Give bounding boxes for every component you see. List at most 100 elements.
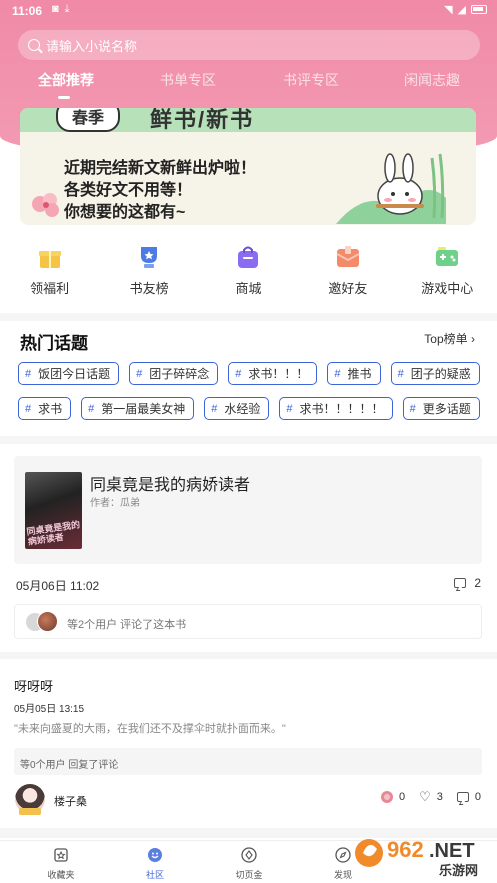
post-title[interactable]: 呀呀呀	[14, 676, 53, 695]
topic-chip[interactable]: # 团子的疑惑	[390, 362, 480, 385]
top-ranking-label: Top榜单	[424, 332, 468, 346]
topic-row-2: # 求书 # 第一届最美女神 # 水经验 # 求书！！！！！ # 更多话题	[18, 397, 480, 420]
quick-link-label: 邀好友	[328, 281, 368, 296]
post-date: 05月05日 13:15	[14, 704, 85, 715]
nav-label: 发现	[333, 870, 352, 880]
nav-label: 切页金	[235, 870, 263, 880]
tab-gossip[interactable]: 闲闻志趣	[404, 70, 460, 90]
topic-chip[interactable]: # 水经验	[204, 397, 270, 420]
section-divider	[0, 652, 497, 659]
quick-link-label: 书友榜	[129, 281, 169, 296]
status-time: 11:06	[12, 4, 43, 18]
banner-tag: 春季	[56, 108, 121, 132]
trophy-icon	[141, 247, 158, 268]
author-name[interactable]: 楼子桑	[54, 793, 87, 809]
cover-title: 同桌竟是我的病娇读者	[25, 519, 81, 547]
tab-reviews[interactable]: 书评专区	[283, 70, 339, 90]
topic-chip[interactable]: # 求书	[18, 397, 72, 420]
search-bar[interactable]: 请输入小说名称	[18, 30, 480, 60]
topic-label: 团子碎碎念	[149, 367, 210, 381]
like-count: 3	[436, 791, 443, 803]
quick-link-invite[interactable]: 邀好友	[308, 244, 388, 304]
nav-coins[interactable]: 切页金	[219, 847, 279, 881]
like-button[interactable]: ♡ 3	[419, 790, 443, 803]
coin-icon	[241, 847, 257, 863]
nav-label: 社区	[145, 870, 164, 880]
book-title: 同桌竟是我的病娇读者	[90, 477, 251, 494]
topic-label: 饭团今日话题	[38, 367, 111, 381]
quick-link-welfare[interactable]: 领福利	[10, 244, 90, 304]
quick-link-games[interactable]: 游戏中心	[407, 244, 487, 304]
wifi-icon: ◥	[444, 4, 453, 16]
hash-icon: #	[25, 402, 32, 415]
nav-community[interactable]: 社区	[125, 847, 185, 881]
section-divider	[0, 436, 497, 444]
banner-text: 近期完结新文新鲜出炉啦！ 各类好文不用等！ 你想要的这都有~	[64, 158, 256, 224]
book-cover: 同桌竟是我的病娇读者	[25, 472, 82, 549]
hash-icon: #	[397, 367, 404, 380]
envelope-icon	[336, 246, 360, 267]
level-badge	[19, 808, 41, 815]
signal-icon: ◢	[457, 4, 466, 16]
hash-icon: #	[88, 402, 95, 415]
section-divider	[0, 313, 497, 321]
top-ranking-link[interactable]: Top榜单 ›	[424, 330, 475, 347]
tab-all-recommend[interactable]: 全部推荐	[38, 70, 94, 90]
topic-chip[interactable]: # 团子碎碎念	[129, 362, 219, 385]
compass-icon	[335, 847, 351, 863]
quick-links: 领福利 书友榜 商城 邀好友 游戏中心	[0, 244, 497, 304]
gamepad-icon	[436, 247, 459, 266]
quick-link-ranking[interactable]: 书友榜	[109, 244, 189, 304]
topic-label: 求书	[38, 402, 63, 416]
reviewers-bar[interactable]: 等2个用户 评论了这本书	[14, 604, 482, 639]
post-body[interactable]: "未来向盛夏的大雨，在我们还不及撑伞时就扑面而来。"	[14, 720, 286, 736]
more-topics-chip[interactable]: # 更多话题	[402, 397, 480, 420]
topic-label: 推书	[347, 367, 372, 381]
download-icon: ⤓	[64, 3, 70, 15]
topic-label: 更多话题	[422, 402, 471, 416]
status-notification-icons: ◙ ⤓	[52, 3, 70, 16]
quick-link-shop[interactable]: 商城	[208, 244, 288, 304]
post-reply-summary[interactable]: 等0个用户 回复了评论	[14, 748, 482, 775]
active-tab-indicator	[58, 96, 70, 99]
avatar	[37, 611, 58, 632]
comment-button[interactable]: 0	[456, 791, 481, 803]
svg-text:962: 962	[387, 837, 424, 862]
status-bar: 11:06 ◙ ⤓ ◥ ◢	[0, 0, 497, 22]
flower-button[interactable]: 0	[380, 791, 405, 803]
battery-icon	[471, 5, 487, 14]
category-tabs: 全部推荐 书单专区 书评专区 闲闻志趣	[0, 70, 497, 100]
quick-link-label: 游戏中心	[421, 281, 474, 296]
topic-chip[interactable]: # 饭团今日话题	[18, 362, 120, 385]
reviewers-text: 等2个用户 评论了这本书	[67, 619, 187, 631]
rabbit-illustration	[336, 153, 446, 224]
topic-label: 团子的疑惑	[410, 367, 471, 381]
tab-booklist[interactable]: 书单专区	[160, 70, 216, 90]
flower-icon	[380, 791, 393, 803]
topic-chip[interactable]: # 第一届最美女神	[81, 397, 195, 420]
hash-icon: #	[286, 402, 293, 415]
banner-headline: 鲜书/新书	[150, 108, 255, 132]
comment-count: 0	[474, 791, 481, 803]
book-card[interactable]: 同桌竟是我的病娇读者 同桌竟是我的病娇读者 作者：瓜弟	[14, 456, 482, 564]
hash-icon: #	[211, 402, 218, 415]
hash-icon: #	[25, 367, 32, 380]
nav-bookshelf[interactable]: 收藏夹	[31, 847, 91, 881]
topic-chip[interactable]: # 求书！！！	[228, 362, 318, 385]
topic-chip[interactable]: # 推书	[327, 362, 381, 385]
topic-row-1: # 饭团今日话题 # 团子碎碎念 # 求书！！！ # 推书 # 团子的疑惑	[18, 362, 480, 385]
promo-banner[interactable]: 春季 鲜书/新书 近期完结新文新鲜出炉啦！ 各类好文不用等！ 你想要的这都有~	[20, 108, 476, 225]
topic-chip[interactable]: # 求书！！！！！	[279, 397, 393, 420]
site-watermark-logo: 962 .NET 乐游网	[355, 837, 478, 879]
quick-link-label: 商城	[235, 281, 262, 296]
book-author: 作者：瓜弟	[90, 498, 140, 509]
hash-icon: #	[136, 367, 143, 380]
hash-icon: #	[235, 367, 242, 380]
topic-label: 水经验	[224, 402, 261, 416]
chevron-right-icon: ›	[471, 332, 475, 346]
status-right: ◥ ◢	[444, 3, 487, 16]
comment-count-button[interactable]: 2	[454, 576, 481, 590]
topic-label: 求书！！！	[248, 367, 309, 381]
shopping-bag-icon	[238, 246, 259, 268]
quick-link-label: 领福利	[30, 281, 70, 296]
